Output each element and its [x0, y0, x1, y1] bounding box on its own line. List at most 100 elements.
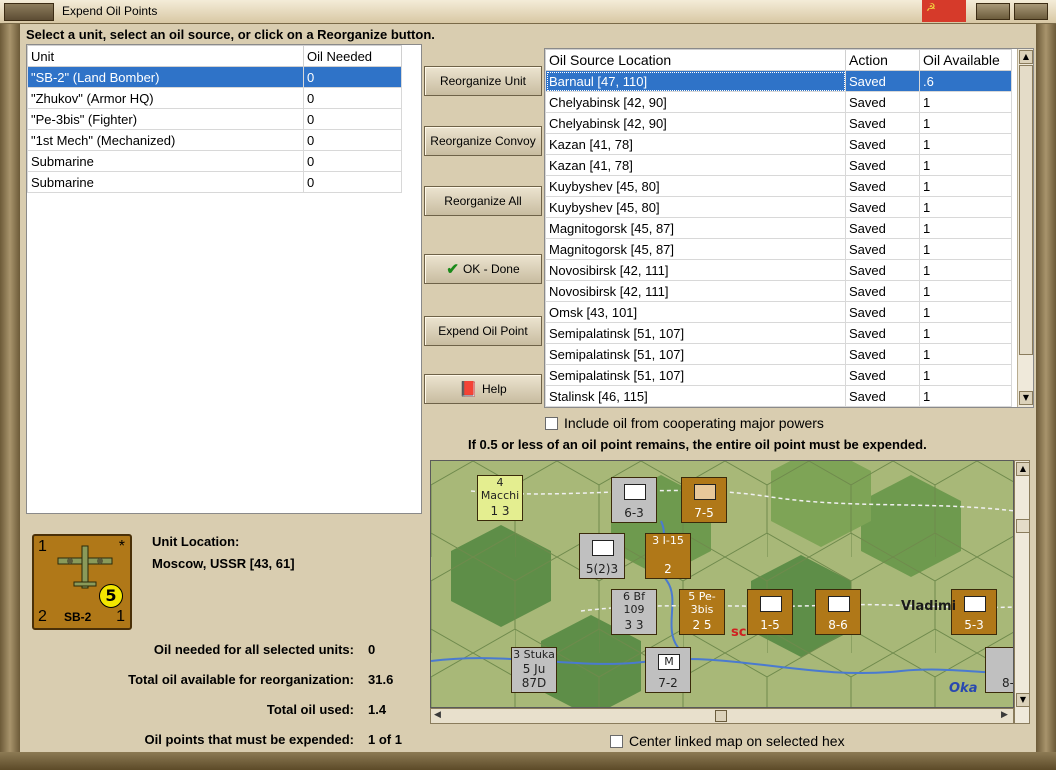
ok-done-button[interactable]: ✔ OK - Done	[424, 254, 542, 284]
table-row[interactable]: Semipalatinsk [51, 107] Saved 1	[545, 364, 1012, 386]
column-header-action[interactable]: Action	[845, 49, 920, 71]
table-row[interactable]: "SB-2" (Land Bomber) 0	[27, 66, 402, 88]
selected-unit-counter: 1 * 5 2 SB-2 1	[32, 534, 132, 630]
oil-available: 1	[919, 196, 1012, 218]
column-header-location[interactable]: Oil Source Location	[545, 49, 846, 71]
table-row[interactable]: Kuybyshev [45, 80] Saved 1	[545, 175, 1012, 197]
reorganize-convoy-button[interactable]: Reorganize Convoy	[424, 126, 542, 156]
oil-available: 1	[919, 112, 1012, 134]
oil-action: Saved	[845, 196, 920, 218]
unit-name: "1st Mech" (Mechanized)	[27, 129, 304, 151]
oil-action: Saved	[845, 364, 920, 386]
oil-source-location: Novosibirsk [42, 111]	[545, 259, 846, 281]
reorganize-unit-button[interactable]: Reorganize Unit	[424, 66, 542, 96]
oil-list-scrollbar[interactable]: ▲ ▼	[1017, 49, 1033, 407]
table-row[interactable]: Chelyabinsk [42, 90] Saved 1	[545, 112, 1012, 134]
checkbox-box[interactable]	[545, 416, 558, 430]
checkbox-box[interactable]	[610, 734, 623, 748]
oil-rule-text: If 0.5 or less of an oil point remains, …	[468, 437, 927, 452]
chit-top-right: *	[118, 538, 125, 555]
chit-strength-badge: 5	[99, 584, 123, 608]
scrollbar-thumb[interactable]	[1019, 65, 1033, 355]
scroll-down-arrow-icon[interactable]: ▼	[1016, 693, 1030, 707]
window-frame-left	[0, 24, 20, 754]
ok-done-label: OK - Done	[462, 262, 520, 276]
map-counter[interactable]: 5(2)3	[579, 533, 625, 579]
scroll-right-arrow-icon[interactable]: ▶	[1001, 710, 1008, 720]
table-row[interactable]: Submarine 0	[27, 171, 402, 193]
table-row[interactable]: "1st Mech" (Mechanized) 0	[27, 129, 402, 151]
map-city-label: Vladimi	[901, 599, 957, 614]
unit-name: Submarine	[27, 171, 304, 193]
map-counter[interactable]: 6-3	[611, 477, 657, 523]
include-cooperating-checkbox[interactable]: Include oil from cooperating major power…	[545, 415, 824, 431]
oil-source-location: Omsk [43, 101]	[545, 301, 846, 323]
unit-name: Submarine	[27, 150, 304, 172]
map-counter[interactable]: 8-	[985, 647, 1013, 693]
table-row[interactable]: Novosibirsk [42, 111] Saved 1	[545, 259, 1012, 281]
scroll-left-arrow-icon[interactable]: ◀	[434, 710, 441, 720]
column-header-oil-available[interactable]: Oil Available	[919, 49, 1012, 71]
column-header-oil-needed[interactable]: Oil Needed	[303, 45, 402, 67]
chit-bottom-left: 2	[38, 608, 47, 625]
oil-available: 1	[919, 154, 1012, 176]
map-counter[interactable]: M 7-2	[645, 647, 691, 693]
scrollbar-thumb[interactable]	[1016, 519, 1030, 533]
map-counter[interactable]: 1-5	[747, 589, 793, 635]
table-row[interactable]: Magnitogorsk [45, 87] Saved 1	[545, 217, 1012, 239]
oil-action: Saved	[845, 238, 920, 260]
system-menu-button[interactable]	[4, 3, 54, 21]
help-button[interactable]: 📕 Help	[424, 374, 542, 404]
maximize-button[interactable]	[1014, 3, 1048, 20]
chit-top-left: 1	[38, 538, 47, 555]
oil-available: 1	[919, 343, 1012, 365]
table-row[interactable]: "Pe-3bis" (Fighter) 0	[27, 108, 402, 130]
window-frame-right	[1036, 24, 1056, 754]
oil-action: Saved	[845, 175, 920, 197]
table-row[interactable]: Barnaul [47, 110] Saved .6	[545, 70, 1012, 92]
table-row[interactable]: Omsk [43, 101] Saved 1	[545, 301, 1012, 323]
scroll-up-arrow-icon[interactable]: ▲	[1019, 50, 1033, 64]
table-row[interactable]: Submarine 0	[27, 150, 402, 172]
oil-source-location: Stalinsk [46, 115]	[545, 385, 846, 407]
map-counter[interactable]: 8-6	[815, 589, 861, 635]
center-map-checkbox[interactable]: Center linked map on selected hex	[610, 733, 845, 749]
scroll-down-arrow-icon[interactable]: ▼	[1019, 391, 1033, 405]
oil-available: 1	[919, 175, 1012, 197]
table-row[interactable]: Chelyabinsk [42, 90] Saved 1	[545, 91, 1012, 113]
map-counter[interactable]: 5 Pe-3bis 2 5	[679, 589, 725, 635]
column-header-unit[interactable]: Unit	[27, 45, 304, 67]
table-row[interactable]: "Zhukov" (Armor HQ) 0	[27, 87, 402, 109]
map-counter[interactable]: 6 Bf 109 3 3	[611, 589, 657, 635]
oil-available: 1	[919, 217, 1012, 239]
linked-map[interactable]: 4 Macchi 1 3 6-3 7-5 5(2)3 3 I-15 2 6 Bf 1…	[430, 460, 1014, 708]
map-counter[interactable]: 3 I-15 2	[645, 533, 691, 579]
table-row[interactable]: Semipalatinsk [51, 107] Saved 1	[545, 322, 1012, 344]
oil-available: 1	[919, 322, 1012, 344]
minimize-button[interactable]	[976, 3, 1010, 20]
oil-source-location: Chelyabinsk [42, 90]	[545, 91, 846, 113]
oil-available: .6	[919, 70, 1012, 92]
map-horizontal-scrollbar[interactable]: ◀ ▶	[430, 708, 1014, 724]
oil-action: Saved	[845, 343, 920, 365]
map-counter[interactable]: 5-3	[951, 589, 997, 635]
scroll-up-arrow-icon[interactable]: ▲	[1016, 462, 1030, 476]
table-row[interactable]: Kazan [41, 78] Saved 1	[545, 154, 1012, 176]
map-counter[interactable]: 7-5	[681, 477, 727, 523]
map-counter[interactable]: 3 Stuka 5 Ju 87D	[511, 647, 557, 693]
table-row[interactable]: Semipalatinsk [51, 107] Saved 1	[545, 343, 1012, 365]
table-row[interactable]: Kazan [41, 78] Saved 1	[545, 133, 1012, 155]
map-vertical-scrollbar[interactable]: ▲ ▼	[1014, 460, 1030, 724]
table-row[interactable]: Novosibirsk [42, 111] Saved 1	[545, 280, 1012, 302]
scrollbar-thumb[interactable]	[715, 710, 727, 722]
reorganize-all-button[interactable]: Reorganize All	[424, 186, 542, 216]
map-counter[interactable]: 4 Macchi 1 3	[477, 475, 523, 521]
table-row[interactable]: Magnitogorsk [45, 87] Saved 1	[545, 238, 1012, 260]
table-row[interactable]: Stalinsk [46, 115] Saved 1	[545, 385, 1012, 407]
unit-list: Unit Oil Needed "SB-2" (Land Bomber) 0 "Z…	[26, 44, 422, 514]
oil-action: Saved	[845, 217, 920, 239]
table-row[interactable]: Kuybyshev [45, 80] Saved 1	[545, 196, 1012, 218]
include-cooperating-label: Include oil from cooperating major power…	[564, 415, 824, 431]
expend-oil-point-button[interactable]: Expend Oil Point	[424, 316, 542, 346]
oil-source-location: Semipalatinsk [51, 107]	[545, 343, 846, 365]
